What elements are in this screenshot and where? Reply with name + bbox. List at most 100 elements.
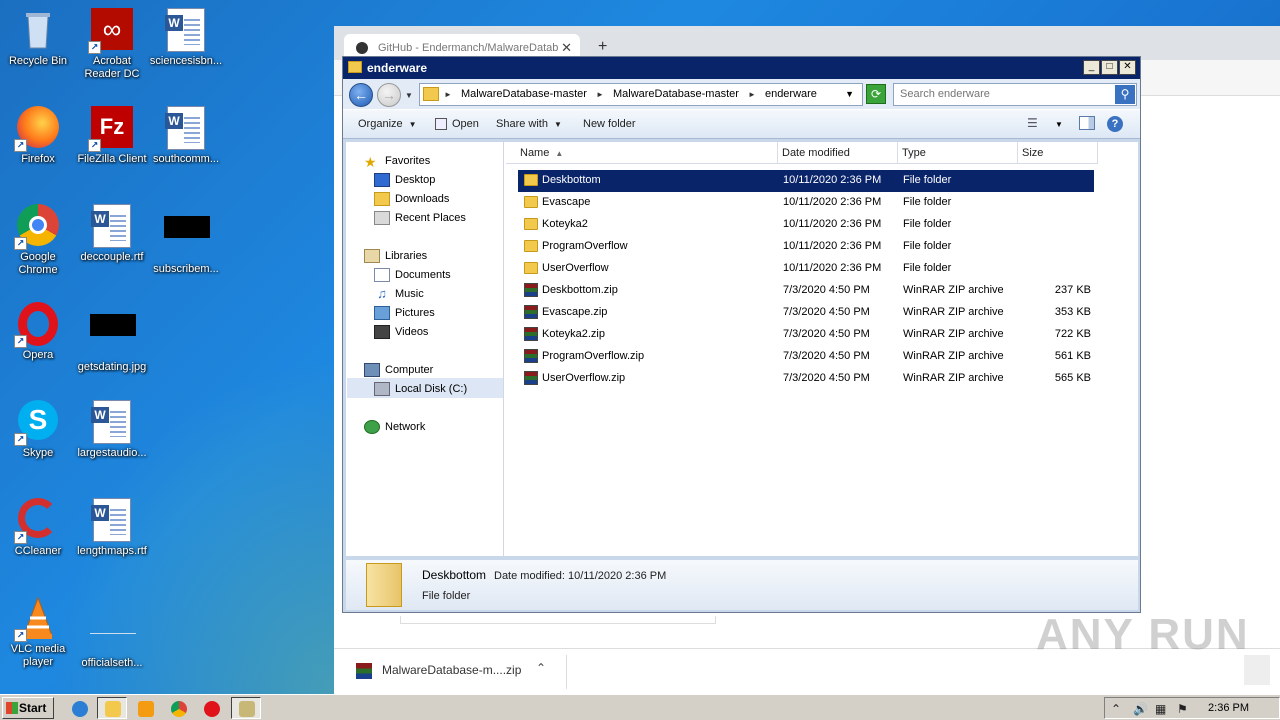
vlc-icon[interactable]: ↗ VLC media player [0, 596, 76, 669]
nav-downloads[interactable]: Downloads [374, 192, 449, 206]
breadcrumb-item[interactable]: enderware [765, 88, 817, 100]
file-row[interactable]: Koteyka2 10/11/2020 2:36 PM File folder [518, 214, 1094, 236]
file-icon[interactable]: officialseth... [74, 596, 150, 670]
desktop-label: Acrobat Reader DC [84, 55, 140, 80]
file-row[interactable]: Deskbottom.zip 7/3/2020 4:50 PM WinRAR ZIP… [518, 280, 1094, 302]
word-document-icon[interactable]: W southcomm... [148, 106, 224, 166]
file-row[interactable]: UserOverflow.zip 7/3/2020 4:50 PM WinRAR Z… [518, 368, 1094, 390]
maximize-button[interactable]: □ [1101, 60, 1118, 75]
chevron-up-icon[interactable]: ⌃ [536, 661, 546, 675]
file-row[interactable]: UserOverflow 10/11/2020 2:36 PM File folde… [518, 258, 1094, 280]
nav-pictures[interactable]: Pictures [374, 306, 435, 320]
file-row[interactable]: Koteyka2.zip 7/3/2020 4:50 PM WinRAR ZIP a… [518, 324, 1094, 346]
system-tray: ⌃ 🔊 ▦ ⚑ 2:36 PM [1104, 697, 1280, 719]
word-document-icon[interactable]: W largestaudio... [74, 400, 150, 460]
address-bar[interactable]: ► MalwareDatabase-master ► MalwareDataba… [419, 83, 863, 106]
start-button[interactable]: Start [2, 697, 54, 719]
organize-button[interactable]: Organize ▼ [358, 118, 417, 130]
watermark: ANY RUN [1036, 610, 1250, 659]
refresh-button[interactable]: ⟳ [866, 84, 886, 104]
flag-icon[interactable]: ⚑ [1177, 702, 1188, 716]
filezilla-icon[interactable]: Fz ↗ FileZilla Client [74, 106, 150, 166]
view-dropdown[interactable]: ▼ [1055, 120, 1063, 129]
redacted-file-icon[interactable]: subscribem... [148, 204, 224, 276]
file-row[interactable]: ProgramOverflow.zip 7/3/2020 4:50 PM WinRA… [518, 346, 1094, 368]
word-document-icon[interactable]: W lengthmaps.rtf [74, 498, 150, 558]
breadcrumb-item[interactable]: MalwareDatabase-master [461, 88, 587, 100]
folder-icon [524, 240, 538, 252]
back-button[interactable]: ← [349, 83, 373, 107]
new-folder-button[interactable]: New folder [583, 118, 636, 130]
nav-label: Favorites [385, 154, 431, 167]
taskbar-chrome[interactable] [163, 697, 193, 719]
forward-button[interactable]: → [377, 83, 401, 107]
navigation-pane: ★ Favorites Desktop Downloads Recent Plac… [346, 142, 504, 556]
file-type: WinRAR ZIP archive [903, 284, 1004, 296]
explorer-body: ★ Favorites Desktop Downloads Recent Plac… [346, 142, 1138, 556]
column-header-date[interactable]: Date modified [778, 142, 898, 164]
skype-icon[interactable]: S ↗ Skype [0, 400, 76, 460]
explorer-window: enderware _ □ ✕ ← → ▼ ► MalwareDatabase-… [342, 56, 1141, 613]
preview-pane-icon[interactable] [1079, 116, 1095, 130]
word-document-icon[interactable]: W deccouple.rtf [74, 204, 150, 264]
nav-libraries[interactable]: Libraries [364, 249, 427, 263]
change-view-icon[interactable]: ☰ [1027, 116, 1045, 132]
file-row[interactable]: Evascape.zip 7/3/2020 4:50 PM WinRAR ZIP a… [518, 302, 1094, 324]
nav-music[interactable]: ♫ Music [374, 287, 424, 301]
zip-archive-icon [524, 371, 538, 385]
download-item[interactable]: MalwareDatabase-m....zip [356, 663, 521, 679]
file-row[interactable]: ProgramOverflow 10/11/2020 2:36 PM File fo… [518, 236, 1094, 258]
open-button[interactable]: Open [435, 118, 479, 131]
clock[interactable]: 2:36 PM [1208, 702, 1249, 714]
nav-label: Computer [385, 363, 434, 376]
volume-icon[interactable]: 🔊 [1133, 702, 1148, 716]
address-dropdown[interactable]: ▼ [845, 89, 854, 99]
file-row[interactable]: Deskbottom 10/11/2020 2:36 PM File folder [518, 170, 1094, 192]
nav-label: Music [395, 287, 424, 300]
nav-network[interactable]: Network [364, 420, 425, 434]
taskbar-app[interactable] [231, 697, 261, 719]
nav-favorites[interactable]: ★ Favorites [364, 154, 431, 170]
new-tab-icon[interactable]: + [598, 38, 607, 56]
column-header-size[interactable]: Size [1018, 142, 1098, 164]
folder-icon [423, 87, 439, 101]
close-button[interactable]: ✕ [1119, 60, 1136, 75]
breadcrumb-item[interactable]: MalwareDatabase-master [613, 88, 739, 100]
chrome-icon[interactable]: ↗ Google Chrome [0, 204, 76, 277]
taskbar-opera[interactable] [196, 697, 226, 719]
opera-icon[interactable]: ↗ Opera [0, 302, 76, 362]
acrobat-reader-icon[interactable]: ∞ ↗ Acrobat Reader DC [74, 8, 150, 81]
image-file-icon[interactable]: getsdating.jpg [74, 302, 150, 374]
recycle-bin-icon[interactable]: Recycle Bin [0, 8, 76, 68]
ccleaner-icon[interactable]: ↗ CCleaner [0, 498, 76, 558]
nav-local-disk[interactable]: Local Disk (C:) [374, 382, 467, 396]
file-row[interactable]: Evascape 10/11/2020 2:36 PM File folder [518, 192, 1094, 214]
folder-icon [348, 61, 362, 73]
firefox-icon[interactable]: ↗ Firefox [0, 106, 76, 166]
show-hidden-icons[interactable]: ⌃ [1111, 702, 1121, 716]
word-document-icon[interactable]: W sciencesisbn... [148, 8, 224, 68]
search-input[interactable] [894, 84, 1109, 104]
taskbar-explorer[interactable] [97, 697, 127, 719]
zip-archive-icon [524, 305, 538, 319]
help-icon[interactable]: ? [1107, 116, 1123, 132]
nav-recent-places[interactable]: Recent Places [374, 211, 466, 225]
nav-documents[interactable]: Documents [374, 268, 451, 282]
search-icon[interactable]: ⚲ [1115, 85, 1135, 104]
share-with-label: Share with [496, 118, 548, 130]
nav-videos[interactable]: Videos [374, 325, 428, 339]
column-header-type[interactable]: Type [898, 142, 1018, 164]
share-with-button[interactable]: Share with ▼ [496, 118, 562, 130]
network-tray-icon[interactable]: ▦ [1155, 702, 1166, 716]
recent-pages-dropdown[interactable]: ▼ [405, 91, 413, 100]
taskbar-ie[interactable] [64, 697, 94, 719]
nav-desktop[interactable]: Desktop [374, 173, 435, 187]
computer-icon [364, 363, 380, 377]
nav-computer[interactable]: Computer [364, 363, 433, 377]
minimize-button[interactable]: _ [1083, 60, 1100, 75]
taskbar: Start ⌃ 🔊 ▦ ⚑ 2:36 PM [0, 694, 1280, 720]
title-bar[interactable]: enderware _ □ ✕ [343, 57, 1140, 79]
taskbar-media-player[interactable] [130, 697, 160, 719]
close-tab-icon[interactable]: ✕ [561, 40, 572, 56]
column-header-name[interactable]: Name ▲ [506, 142, 778, 164]
